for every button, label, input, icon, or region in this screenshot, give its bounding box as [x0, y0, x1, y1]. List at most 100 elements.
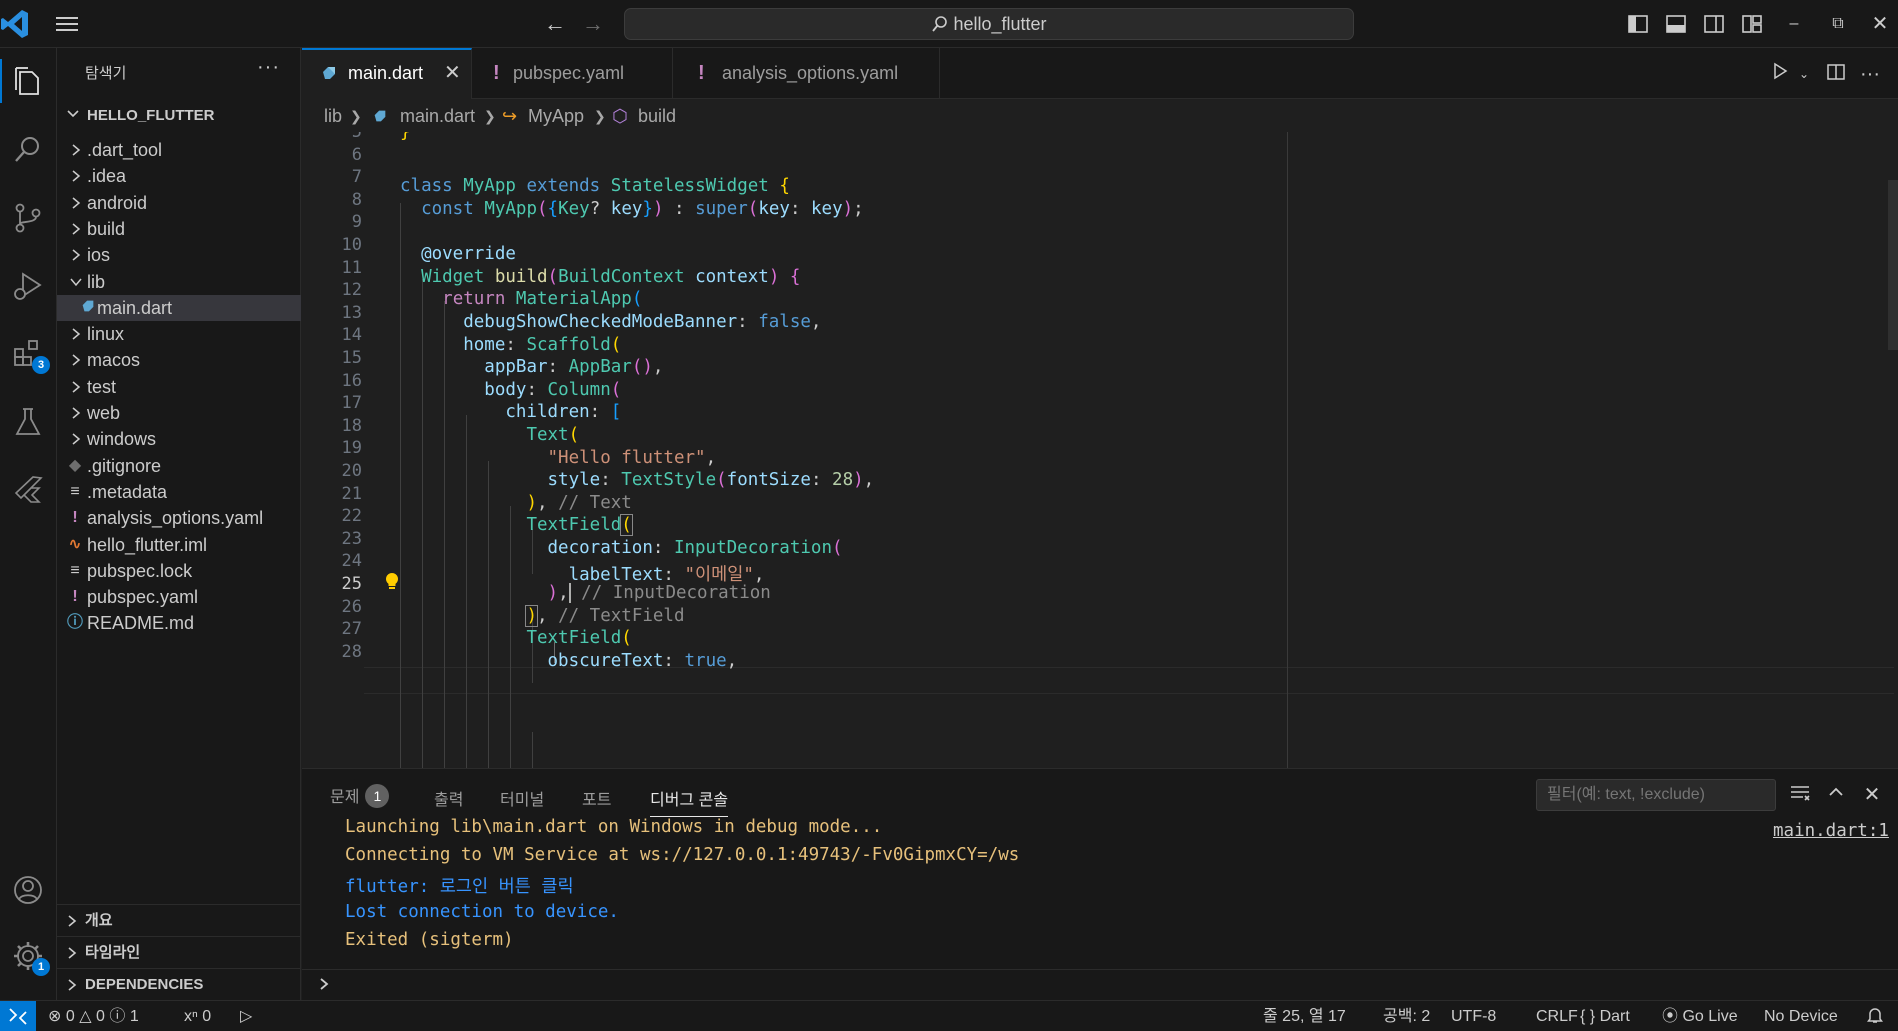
clear-console-icon[interactable]: [1788, 783, 1812, 807]
tab-pubspec-yaml[interactable]: ! pubspec.yaml: [473, 48, 673, 99]
tree-item-ios[interactable]: ios: [57, 242, 301, 268]
tab-main-dart[interactable]: main.dart ✕: [302, 48, 472, 99]
notifications-bell-icon[interactable]: [1866, 1001, 1884, 1031]
status-bar: ⊗ 0 △ 0 ⓘ 1 xⁿ 0 ▷ 줄 25, 열 17 공백: 2 UTF-…: [0, 1000, 1898, 1031]
extensions-activity-icon[interactable]: 3: [6, 332, 50, 376]
account-activity-icon[interactable]: [6, 868, 50, 912]
run-dropdown-icon[interactable]: ⌄: [1792, 62, 1816, 86]
tree-item-pubspec-lock[interactable]: ≡ pubspec.lock: [57, 558, 301, 584]
tree-item-label: macos: [87, 350, 141, 371]
breadcrumb-build[interactable]: build: [638, 100, 676, 132]
line-number: 28: [341, 641, 362, 662]
tab-debug-console[interactable]: 디버그 콘솔: [650, 786, 729, 817]
indentation[interactable]: 공백: 2: [1383, 1001, 1430, 1031]
chevron-down-icon: [69, 269, 85, 295]
explorer-more-actions-icon[interactable]: ···: [257, 56, 280, 79]
problems-status[interactable]: ⊗ 0 △ 0 ⓘ 1: [48, 1001, 139, 1031]
outline-section[interactable]: 개요: [57, 904, 301, 936]
line-number: 27: [341, 619, 362, 640]
encoding[interactable]: UTF-8: [1451, 1001, 1496, 1031]
tree-item-idea[interactable]: .idea: [57, 163, 301, 189]
language-mode[interactable]: { } Dart: [1580, 1001, 1630, 1031]
tree-item-metadata[interactable]: ≡ .metadata: [57, 479, 301, 505]
tree-item-pubspec-yaml[interactable]: ! pubspec.yaml: [57, 584, 301, 610]
tab-analysis-options-yaml[interactable]: ! analysis_options.yaml: [674, 48, 940, 99]
split-editor-icon[interactable]: [1824, 62, 1848, 86]
more-actions-icon[interactable]: ···: [1858, 62, 1882, 86]
tree-item-label: web: [87, 403, 121, 423]
maximize-panel-icon[interactable]: [1824, 783, 1848, 807]
tab-ports[interactable]: 포트: [582, 786, 611, 810]
debug-console-filter-input[interactable]: [1536, 779, 1776, 811]
search-activity-icon[interactable]: [6, 128, 50, 172]
tree-item-android[interactable]: android: [57, 190, 301, 216]
tab-output[interactable]: 출력: [434, 786, 463, 810]
testing-activity-icon[interactable]: [6, 400, 50, 444]
dependencies-section[interactable]: DEPENDENCIES: [57, 968, 301, 1000]
tab-problems[interactable]: 문제 1: [330, 783, 390, 808]
command-center-search[interactable]: hello_flutter: [624, 8, 1354, 40]
warning-icon: △: [79, 1008, 92, 1025]
tab-terminal[interactable]: 터미널: [500, 786, 544, 810]
restore-window-icon[interactable]: ⧉: [1824, 10, 1852, 38]
breadcrumb-lib[interactable]: lib: [324, 100, 342, 132]
tree-item-build[interactable]: build: [57, 216, 301, 242]
tree-item-lib[interactable]: lib: [57, 269, 301, 295]
error-icon: ⊗: [48, 1008, 62, 1025]
tree-item-readme-md[interactable]: ⓘ README.md: [57, 610, 301, 636]
end-of-line[interactable]: CRLF: [1536, 1001, 1578, 1031]
tree-item-dart-tool[interactable]: .dart_tool: [57, 137, 301, 163]
line-number: 19: [341, 438, 362, 459]
remote-window-button[interactable]: [0, 1001, 36, 1031]
editor-scrollbar[interactable]: [1888, 180, 1898, 350]
lightbulb-icon[interactable]: [384, 572, 400, 597]
tree-item-hello-flutter-iml[interactable]: ∿ hello_flutter.iml: [57, 532, 301, 558]
code-editor[interactable]: 5 6 7 8 9 10 11 12 13 14 15 16 17 18 19 20 21 22 23 24 25 26 2…: [302, 132, 1898, 768]
toggle-secondary-sidebar-icon[interactable]: [1702, 12, 1726, 36]
debug-status-icon[interactable]: ▷: [240, 1001, 252, 1031]
tree-item-analysis-options-yaml[interactable]: ! analysis_options.yaml: [57, 505, 301, 531]
tree-item-linux[interactable]: linux: [57, 321, 301, 347]
toggle-panel-icon[interactable]: [1664, 12, 1688, 36]
back-arrow-icon[interactable]: ←: [543, 12, 567, 36]
chevron-right-icon: [69, 190, 85, 216]
tree-item-gitignore[interactable]: ◆ .gitignore: [57, 453, 301, 479]
forward-arrow-icon[interactable]: →: [581, 12, 605, 36]
customize-layout-icon[interactable]: [1740, 12, 1764, 36]
close-tab-icon[interactable]: ✕: [444, 50, 461, 97]
tree-item-web[interactable]: web: [57, 400, 301, 426]
chevron-right-icon: ❯: [594, 108, 606, 124]
tree-item-test[interactable]: test: [57, 374, 301, 400]
device-selector[interactable]: No Device: [1764, 1001, 1838, 1031]
rss-file-icon: ∿: [68, 535, 82, 553]
hamburger-menu-icon[interactable]: [54, 12, 80, 36]
run-debug-activity-icon[interactable]: [6, 264, 50, 308]
console-line: Connecting to VM Service at ws://127.0.0…: [345, 845, 1020, 865]
minimize-window-icon[interactable]: –: [1780, 10, 1808, 38]
cursor-position[interactable]: 줄 25, 열 17: [1263, 1001, 1346, 1031]
timeline-section[interactable]: 타임라인: [57, 936, 301, 968]
flutter-activity-icon[interactable]: [6, 468, 50, 512]
line-number: 9: [351, 212, 362, 233]
ports-count: 0: [202, 1008, 212, 1025]
tree-item-macos[interactable]: macos: [57, 347, 301, 373]
console-source-link[interactable]: main.dart:1: [1773, 821, 1889, 841]
close-window-icon[interactable]: ✕: [1866, 10, 1894, 38]
ports-status[interactable]: xⁿ 0: [184, 1001, 211, 1031]
braces-icon: { }: [1580, 1008, 1596, 1025]
project-root-folder[interactable]: HELLO_FLUTTER: [57, 104, 301, 128]
chevron-right-icon: [316, 976, 332, 997]
toggle-primary-sidebar-icon[interactable]: [1626, 12, 1650, 36]
explorer-activity-icon[interactable]: [0, 59, 50, 103]
manage-gear-icon[interactable]: 1: [6, 934, 50, 978]
tree-item-windows[interactable]: windows: [57, 426, 301, 452]
breadcrumb-myapp[interactable]: MyApp: [528, 100, 584, 132]
source-control-activity-icon[interactable]: [6, 196, 50, 240]
tree-item-main-dart[interactable]: main.dart: [57, 294, 301, 321]
breadcrumb-main-dart[interactable]: main.dart: [400, 100, 475, 132]
close-panel-icon[interactable]: ✕: [1860, 783, 1884, 807]
current-line-highlight: [364, 667, 1894, 694]
run-icon[interactable]: [1768, 62, 1792, 86]
debug-console-input[interactable]: [302, 969, 1898, 1001]
go-live-button[interactable]: ⦿ Go Live: [1662, 1001, 1738, 1031]
